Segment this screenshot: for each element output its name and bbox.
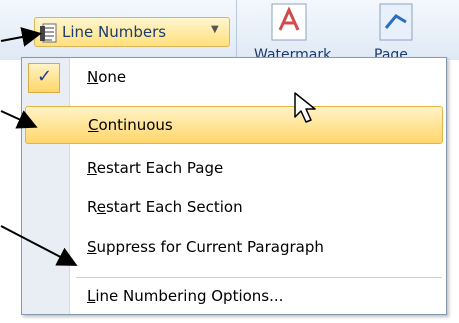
page-color-icon[interactable]: [376, 2, 416, 46]
menu-item-label: Restart Each Page: [87, 159, 224, 177]
mouse-pointer-icon: [293, 91, 323, 129]
menu-item-label: Line Numbering Options...: [87, 287, 284, 305]
menu-item-label: Continuous: [88, 116, 173, 134]
check-icon: ✓: [37, 66, 53, 87]
line-numbers-button[interactable]: Line Numbers ▼: [34, 17, 230, 47]
menu-item-none[interactable]: ✓ None: [22, 59, 446, 97]
menu-item-suppress-for-current-paragraph[interactable]: Suppress for Current Paragraph: [22, 229, 446, 267]
menu-item-label: Suppress for Current Paragraph: [87, 238, 324, 256]
ribbon-group-separator: [236, 0, 237, 60]
menu-item-line-numbering-options[interactable]: Line Numbering Options...: [22, 278, 446, 316]
menu-item-label: None: [87, 68, 127, 86]
checked-indicator: ✓: [28, 63, 60, 93]
menu-item-restart-each-page[interactable]: Restart Each Page: [22, 150, 446, 188]
menu-item-label: Restart Each Section: [87, 198, 243, 216]
ribbon-right-group: Watermark Page: [254, 0, 459, 60]
line-numbers-label: Line Numbers: [62, 23, 167, 41]
menu-item-restart-each-section[interactable]: Restart Each Section: [22, 189, 446, 227]
line-numbers-menu: ✓ None Continuous Restart Each Page Rest…: [21, 57, 447, 315]
line-numbers-icon: [40, 23, 58, 47]
watermark-icon[interactable]: [266, 2, 312, 46]
menu-item-continuous[interactable]: Continuous: [25, 106, 443, 144]
chevron-down-icon: ▼: [211, 24, 219, 35]
